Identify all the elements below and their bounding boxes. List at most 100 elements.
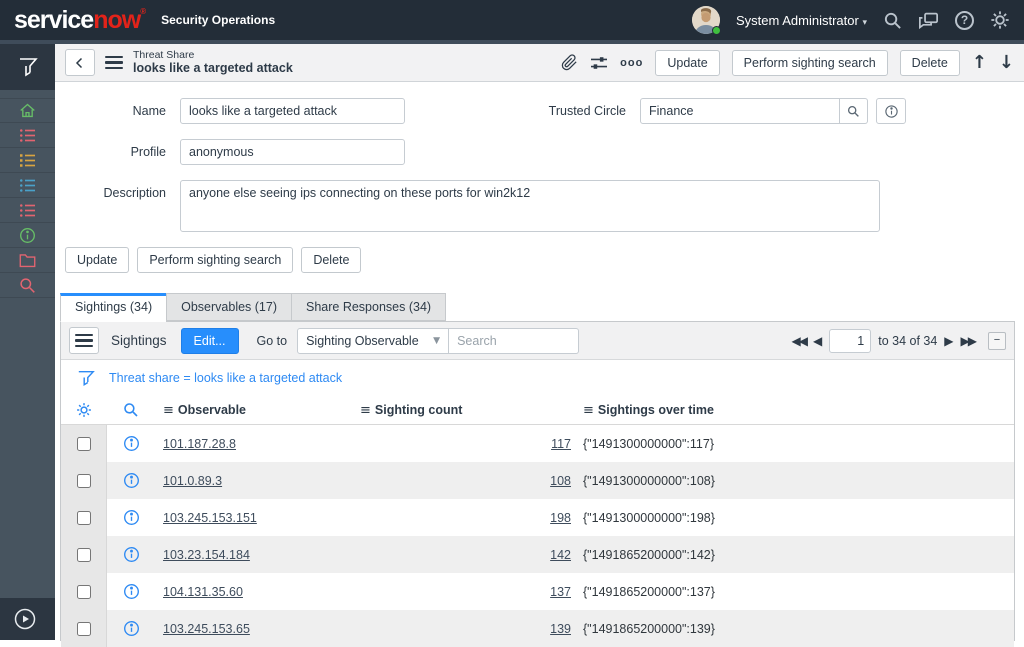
- bullet-list-icon: [19, 178, 36, 193]
- sighting-count-link[interactable]: 198: [550, 511, 571, 525]
- sighting-count-link[interactable]: 139: [550, 622, 571, 636]
- perform-sighting-search-button[interactable]: Perform sighting search: [732, 50, 888, 76]
- connect-chat-icon[interactable]: [918, 11, 939, 30]
- trusted-circle-label: Trusted Circle: [480, 98, 640, 124]
- filter-funnel-icon[interactable]: [77, 369, 95, 387]
- observable-link[interactable]: 101.187.28.8: [163, 437, 236, 451]
- next-record-arrow-icon[interactable]: ↓: [999, 52, 1014, 73]
- column-menu-icon: ≡: [163, 403, 174, 418]
- sighting-count-link[interactable]: 142: [550, 548, 571, 562]
- description-field[interactable]: anyone else seeing ips connecting on the…: [180, 180, 880, 232]
- delete-button[interactable]: Delete: [301, 247, 361, 273]
- page-number-input[interactable]: [829, 329, 871, 353]
- record-preview-info-icon[interactable]: [123, 472, 140, 489]
- main-content: Threat Share looks like a targeted attac…: [55, 44, 1024, 640]
- filter-breadcrumb[interactable]: Threat share = looks like a targeted att…: [109, 371, 342, 385]
- sidebar-item-list-blue[interactable]: [0, 173, 55, 198]
- observable-link[interactable]: 103.245.153.65: [163, 622, 250, 636]
- reference-lookup-icon[interactable]: [840, 98, 868, 124]
- filter-funnel-icon[interactable]: [18, 56, 38, 78]
- goto-column-select[interactable]: Sighting Observable ▼: [297, 328, 449, 354]
- sidebar-item-folder[interactable]: [0, 248, 55, 273]
- context-menu-icon[interactable]: [105, 56, 123, 70]
- attachment-paperclip-icon[interactable]: [561, 54, 578, 71]
- sidebar-item-list-red-2[interactable]: [0, 198, 55, 223]
- previous-record-arrow-icon[interactable]: ↑: [972, 52, 987, 73]
- description-label: Description: [55, 180, 180, 232]
- app-sidebar: [0, 44, 55, 640]
- record-title-block: Threat Share looks like a targeted attac…: [133, 49, 293, 77]
- collapse-list-button[interactable]: −: [988, 332, 1006, 350]
- column-search-icon[interactable]: [123, 402, 139, 418]
- observable-link[interactable]: 104.131.35.60: [163, 585, 243, 599]
- record-preview-info-icon[interactable]: [123, 583, 140, 600]
- delete-button[interactable]: Delete: [900, 50, 960, 76]
- sidebar-item-list-yellow[interactable]: [0, 148, 55, 173]
- record-preview-info-icon[interactable]: [123, 620, 140, 637]
- list-header-row: ≡Observable ≡Sighting count ≡Sightings o…: [61, 396, 1014, 425]
- sidebar-item-list-red-1[interactable]: [0, 123, 55, 148]
- row-checkbox[interactable]: [77, 511, 91, 525]
- sidebar-item-search[interactable]: [0, 273, 55, 298]
- goto-label: Go to: [257, 334, 288, 348]
- row-checkbox[interactable]: [77, 585, 91, 599]
- column-header-observable[interactable]: ≡Observable: [155, 403, 360, 418]
- row-checkbox[interactable]: [77, 622, 91, 636]
- sidebar-footer: [0, 598, 55, 640]
- info-circle-icon: [19, 227, 36, 244]
- sidebar-item-info[interactable]: [0, 223, 55, 248]
- tab-sightings[interactable]: Sightings (34): [60, 293, 166, 322]
- global-search-icon[interactable]: [883, 11, 902, 30]
- column-header-sighting-count[interactable]: ≡Sighting count: [360, 403, 575, 418]
- last-page-icon[interactable]: ▶▶: [961, 335, 975, 347]
- banner-divider: [0, 40, 1024, 44]
- help-icon[interactable]: ?: [955, 11, 974, 30]
- sightings-over-time-value: {"1491865200000":137}: [583, 585, 715, 599]
- update-button[interactable]: Update: [65, 247, 129, 273]
- user-menu[interactable]: System Administrator ▾: [736, 13, 867, 28]
- related-list-tabs: Sightings (34) Observables (17) Share Re…: [60, 293, 1024, 321]
- list-settings-gear-icon[interactable]: [76, 402, 92, 418]
- row-checkbox[interactable]: [77, 474, 91, 488]
- reference-info-icon[interactable]: [876, 98, 906, 124]
- profile-field[interactable]: [180, 139, 405, 165]
- more-options-icon[interactable]: ooo: [620, 57, 643, 69]
- sighting-count-link[interactable]: 117: [551, 437, 571, 451]
- sidebar-item-home[interactable]: [0, 98, 55, 123]
- next-page-icon[interactable]: ▶: [944, 335, 953, 347]
- tab-observables[interactable]: Observables (17): [166, 293, 291, 321]
- list-pagination: ◀◀ ◀ to 34 of 34 ▶ ▶▶ −: [792, 329, 1006, 353]
- record-preview-info-icon[interactable]: [123, 435, 140, 452]
- user-avatar[interactable]: [692, 6, 720, 34]
- column-header-sightings-over-time[interactable]: ≡Sightings over time: [575, 403, 1014, 418]
- personalize-sliders-icon[interactable]: [590, 55, 608, 71]
- chevron-down-icon: ▾: [862, 17, 867, 27]
- observable-link[interactable]: 103.245.153.151: [163, 511, 257, 525]
- name-field[interactable]: [180, 98, 405, 124]
- sighting-count-link[interactable]: 137: [550, 585, 571, 599]
- observable-link[interactable]: 101.0.89.3: [163, 474, 222, 488]
- observable-link[interactable]: 103.23.154.184: [163, 548, 250, 562]
- update-button[interactable]: Update: [655, 50, 719, 76]
- first-page-icon[interactable]: ◀◀: [792, 335, 806, 347]
- sightings-over-time-value: {"1491865200000":142}: [583, 548, 715, 562]
- play-circle-icon[interactable]: [14, 608, 36, 630]
- sighting-count-link[interactable]: 108: [550, 474, 571, 488]
- list-search-input[interactable]: [449, 328, 579, 354]
- record-type: Threat Share: [133, 49, 293, 62]
- row-checkbox[interactable]: [77, 548, 91, 562]
- previous-page-icon[interactable]: ◀: [813, 335, 822, 347]
- perform-sighting-search-button[interactable]: Perform sighting search: [137, 247, 293, 273]
- trusted-circle-field[interactable]: [640, 98, 840, 124]
- tab-share-responses[interactable]: Share Responses (34): [291, 293, 446, 321]
- presence-indicator: [712, 26, 721, 35]
- top-banner: servicenow® Security Operations System A…: [0, 0, 1024, 40]
- row-checkbox[interactable]: [77, 437, 91, 451]
- back-button[interactable]: [65, 49, 95, 76]
- list-context-menu-icon[interactable]: [69, 327, 99, 354]
- edit-button[interactable]: Edit...: [181, 328, 239, 354]
- settings-gear-icon[interactable]: [990, 10, 1010, 30]
- record-preview-info-icon[interactable]: [123, 546, 140, 563]
- record-preview-info-icon[interactable]: [123, 509, 140, 526]
- table-row: 104.131.35.60 137 {"1491865200000":137}: [61, 573, 1014, 610]
